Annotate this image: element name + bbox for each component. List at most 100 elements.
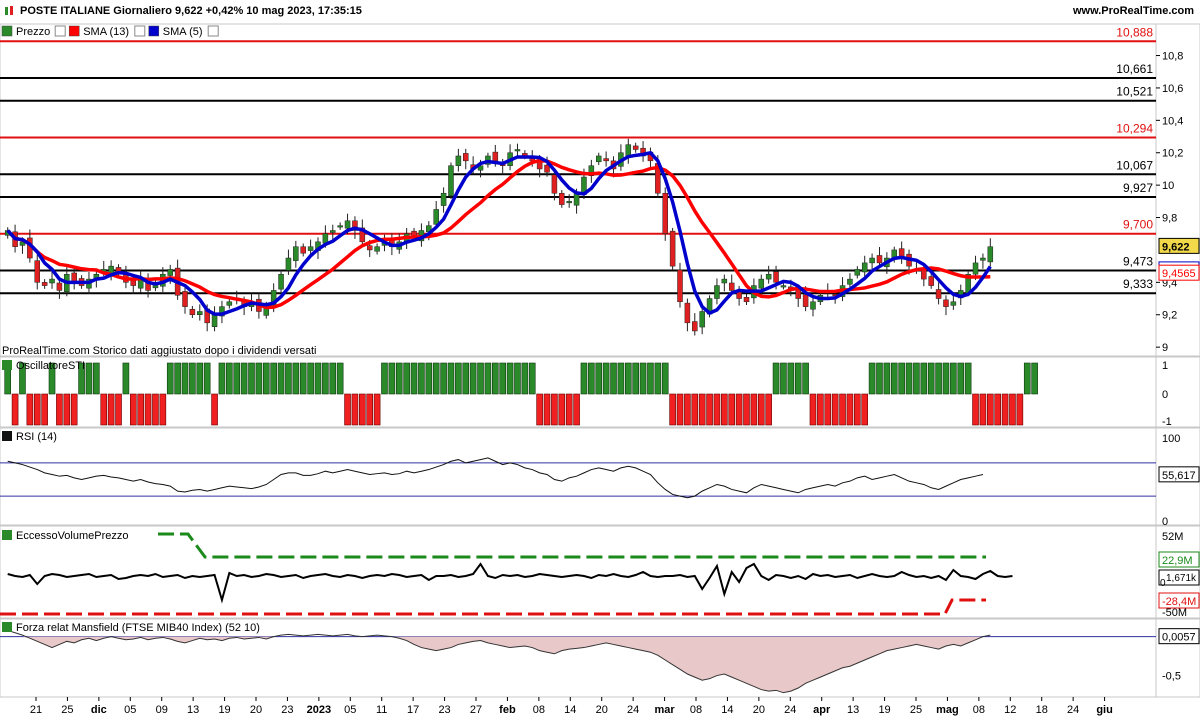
candle-body — [56, 282, 63, 291]
candle-body — [463, 153, 469, 162]
candle-body — [514, 149, 521, 152]
sti-bar-up — [477, 362, 484, 395]
legend-label: Prezzo — [16, 26, 50, 38]
sti-bar-down — [735, 393, 743, 426]
candle-body — [669, 230, 676, 267]
candle-body — [869, 257, 875, 264]
candle-body — [300, 246, 306, 254]
price-ytick-label: 10,8 — [1162, 51, 1183, 63]
sti-bar-up — [418, 362, 425, 395]
sti-bar-up — [462, 362, 470, 395]
x-tick-label: 19 — [218, 704, 230, 716]
sti-bar-down — [713, 393, 721, 426]
sti-bar-down — [743, 393, 750, 426]
sti-bar-up — [528, 362, 536, 395]
price-ytick-label: 10,6 — [1162, 83, 1183, 95]
sti-bar-up — [913, 362, 920, 395]
candle-body — [49, 278, 55, 284]
sti-bar-up — [248, 362, 255, 395]
sti-bar-up — [388, 362, 396, 395]
candle-body — [189, 308, 196, 315]
candle-body — [603, 158, 609, 162]
sti-bar-up — [425, 362, 433, 395]
sti-bar-up — [329, 362, 337, 395]
rsi-legend: RSI (14) — [16, 431, 57, 443]
candle-body — [307, 246, 314, 251]
sti-bar-up — [772, 362, 780, 395]
sti-bar-up — [447, 362, 455, 395]
x-tick-label: 24 — [1067, 704, 1079, 716]
x-tick-label: 08 — [690, 704, 702, 716]
sti-bar-down — [70, 393, 78, 426]
mansfield-icon — [2, 622, 12, 632]
price-ytick-label: 10,2 — [1162, 148, 1183, 160]
x-tick-label: 08 — [533, 704, 545, 716]
sti-bar-up — [122, 362, 130, 395]
candle-body — [455, 155, 462, 166]
wrench-icon — [68, 25, 80, 37]
x-tick-label: 18 — [1036, 704, 1048, 716]
legend-label: SMA (5) — [163, 26, 203, 38]
candle-body — [167, 269, 173, 276]
sti-bar-up — [617, 362, 625, 395]
level-label: 9,333 — [1123, 277, 1153, 291]
sti-bar-down — [551, 393, 558, 426]
sti-bar-up — [440, 362, 447, 395]
candle-body — [773, 271, 779, 283]
candle-icon — [1, 25, 13, 37]
candle-body — [935, 289, 942, 299]
x-tick-label: 23 — [438, 704, 450, 716]
wrench-icon — [54, 25, 66, 37]
sti-bar-up — [262, 362, 270, 395]
sti-bar-down — [972, 393, 979, 426]
sti-bar-down — [824, 393, 832, 426]
candle-body — [802, 294, 809, 307]
sti-bar-up — [189, 362, 196, 395]
sti-bar-down — [817, 393, 824, 426]
candle-body — [573, 192, 580, 206]
sti-legend: OscillatoreSTI — [16, 360, 85, 372]
sti-bar-down — [558, 393, 566, 426]
evp-upper-label: 22,9M — [1162, 555, 1193, 567]
sti-bar-down — [359, 393, 366, 426]
candle-body — [758, 278, 765, 289]
sti-bar-down — [831, 393, 839, 426]
candle-body — [684, 302, 691, 324]
sti-bar-up — [580, 362, 588, 395]
wrench-icon — [207, 25, 219, 37]
candle-body — [559, 192, 565, 205]
sti-bar-up — [521, 362, 529, 395]
candle-body — [943, 299, 949, 307]
sti-bar-up — [314, 362, 322, 395]
x-tick-label: 24 — [784, 704, 796, 716]
sti-bar-down — [721, 393, 728, 426]
evp-legend: EccessoVolumePrezzo — [16, 530, 129, 542]
candle-body — [293, 246, 299, 261]
sti-bar-up — [595, 362, 603, 395]
sti-bar-up — [484, 362, 492, 395]
sti-bar-up — [492, 362, 499, 395]
sti-bar-down — [846, 393, 854, 426]
x-tick-label: 19 — [878, 704, 890, 716]
candle-body — [211, 314, 218, 327]
candle-body — [366, 245, 373, 251]
candle-body — [795, 288, 801, 299]
sti-bar-up — [780, 362, 787, 395]
level-label: 10,661 — [1116, 62, 1153, 76]
candle-body — [765, 273, 772, 280]
sti-bar-down — [757, 393, 765, 426]
sti-bar-up — [432, 362, 440, 395]
candle-body — [987, 246, 994, 263]
x-tick-label: 24 — [627, 704, 639, 716]
pane-frame-3 — [0, 525, 1200, 619]
x-tick-label: feb — [499, 704, 516, 716]
sti-bar-up — [218, 362, 226, 395]
candle-body — [34, 260, 40, 283]
sti-bar-up — [957, 362, 965, 395]
candle-body — [876, 255, 883, 264]
sti-bar-up — [255, 362, 263, 395]
sti-bar-up — [1031, 362, 1038, 395]
rsi-last-label: 55,617 — [1162, 470, 1196, 482]
sti-bar-up — [920, 362, 928, 395]
sti-icon — [2, 360, 12, 370]
